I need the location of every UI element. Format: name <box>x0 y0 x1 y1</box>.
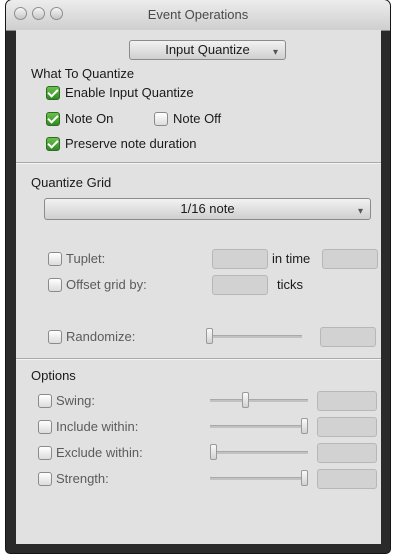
exclude-within-checkbox[interactable] <box>38 446 52 460</box>
ticks-unit-label: ticks <box>277 277 303 292</box>
swing-slider-thumb[interactable] <box>241 392 249 408</box>
preserve-note-duration-checkbox[interactable] <box>46 137 60 151</box>
operation-dropdown-value: Input Quantize <box>165 42 250 57</box>
options-heading: Options <box>31 368 76 383</box>
swing-slider-track[interactable] <box>210 399 308 402</box>
randomize-value-field[interactable] <box>320 327 376 347</box>
include-within-label: Include within: <box>56 419 139 434</box>
title-bar[interactable]: Event Operations <box>6 0 390 31</box>
strength-checkbox[interactable] <box>38 472 52 486</box>
preserve-note-duration-label: Preserve note duration <box>65 136 197 151</box>
enable-input-quantize-checkbox[interactable] <box>46 86 60 100</box>
swing-label: Swing: <box>56 393 96 408</box>
strength-slider-thumb[interactable] <box>301 470 308 486</box>
swing-checkbox[interactable] <box>38 394 52 408</box>
strength-value-field[interactable] <box>317 469 377 489</box>
randomize-slider-track[interactable] <box>206 335 302 338</box>
tuplet-time-field[interactable] <box>322 249 378 269</box>
section-divider <box>16 162 381 164</box>
note-off-label: Note Off <box>173 111 222 126</box>
exclude-within-value-field[interactable] <box>317 443 377 463</box>
section-divider <box>16 358 381 360</box>
tuplet-checkbox[interactable] <box>48 252 62 266</box>
enable-input-quantize-label: Enable Input Quantize <box>65 85 194 100</box>
what-to-quantize-heading: What To Quantize <box>31 66 135 81</box>
include-within-value-field[interactable] <box>317 417 377 437</box>
quantize-grid-heading: Quantize Grid <box>31 175 112 190</box>
note-off-checkbox[interactable] <box>154 112 168 126</box>
swing-value-field[interactable] <box>317 391 377 411</box>
in-time-label: in time <box>272 251 311 266</box>
include-within-slider-thumb[interactable] <box>301 418 308 434</box>
randomize-slider-thumb[interactable] <box>206 328 213 344</box>
include-within-checkbox[interactable] <box>38 420 52 434</box>
grid-value: 1/16 note <box>180 201 235 216</box>
strength-label: Strength: <box>56 471 109 486</box>
exclude-within-label: Exclude within: <box>56 445 143 460</box>
grid-value-dropdown[interactable]: 1/16 note ▾ <box>44 198 371 220</box>
note-on-checkbox[interactable] <box>46 112 60 126</box>
tuplet-label: Tuplet: <box>66 251 106 266</box>
include-within-slider-track[interactable] <box>210 425 308 428</box>
chevron-down-icon: ▾ <box>272 47 278 58</box>
randomize-checkbox[interactable] <box>48 330 62 344</box>
note-on-label: Note On <box>65 111 114 126</box>
exclude-within-slider-thumb[interactable] <box>210 444 217 460</box>
tuplet-count-field[interactable] <box>212 249 268 269</box>
offset-grid-label: Offset grid by: <box>66 277 147 292</box>
offset-grid-checkbox[interactable] <box>48 278 62 292</box>
operation-dropdown[interactable]: Input Quantize ▾ <box>129 40 286 60</box>
event-operations-window: Event Operations Input Quantize ▾ What T… <box>6 0 390 553</box>
chevron-down-icon: ▾ <box>357 206 363 217</box>
randomize-label: Randomize: <box>66 329 136 344</box>
exclude-within-slider-track[interactable] <box>210 451 308 454</box>
window-content: Input Quantize ▾ What To Quantize Enable… <box>16 30 381 544</box>
strength-slider-track[interactable] <box>210 477 308 480</box>
offset-ticks-field[interactable] <box>212 275 268 295</box>
window-title: Event Operations <box>147 7 249 22</box>
